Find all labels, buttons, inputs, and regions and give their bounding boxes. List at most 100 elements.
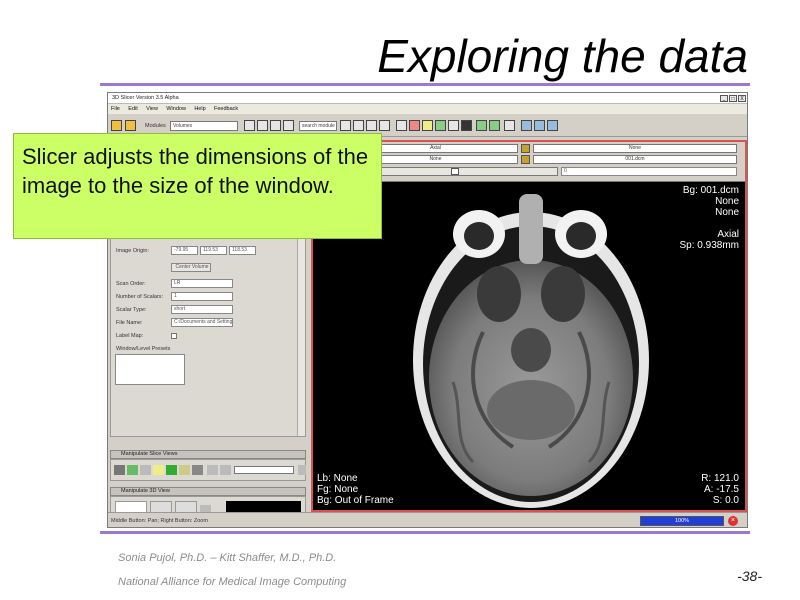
scan-order-label: Scan Order:: [116, 281, 146, 287]
save-scene-icon[interactable]: [125, 120, 136, 131]
overlay-bg-volume: Bg: 001.dcm: [682, 185, 739, 196]
scan-order-field[interactable]: LR: [171, 279, 233, 288]
compare-layout-icon[interactable]: [461, 120, 472, 131]
progress-bar: 100%: [640, 516, 724, 526]
maximize-button[interactable]: □: [729, 95, 737, 102]
window-level-presets-label: Window/Level Presets: [116, 346, 171, 352]
center-volume-button[interactable]: Center Volume: [171, 263, 211, 272]
slice-offset-slider[interactable]: [353, 167, 558, 176]
next-module-icon[interactable]: [257, 120, 268, 131]
slice-slider-handle[interactable]: [451, 168, 459, 175]
title-divider: [100, 83, 750, 86]
brain: [429, 260, 633, 496]
page-number: -38-: [737, 568, 762, 584]
menu-bar: File Edit View Window Help Feedback: [108, 104, 747, 114]
background-volume-select-2[interactable]: 001.dcm: [533, 155, 737, 164]
manipulate-3d-view-header[interactable]: Manipulate 3D View: [110, 487, 306, 496]
layout-red-icon[interactable]: [409, 120, 420, 131]
foreground-select[interactable]: None: [533, 144, 737, 153]
module-list-icon[interactable]: [270, 120, 281, 131]
yellow-slice-icon[interactable]: [153, 465, 164, 475]
layout-green-icon[interactable]: [435, 120, 446, 131]
fg-layer-icon[interactable]: [521, 155, 530, 164]
green-slice-icon[interactable]: [127, 465, 138, 475]
image-origin-z-field[interactable]: 118.53: [229, 246, 256, 255]
data-icon[interactable]: [366, 120, 377, 131]
menu-window[interactable]: Window: [166, 106, 186, 112]
stop-icon[interactable]: ×: [728, 516, 738, 526]
overlay-bottom-left: Lb: None Fg: None Bg: Out of Frame: [317, 473, 394, 506]
overlay-orientation: Axial: [717, 229, 739, 240]
menu-feedback[interactable]: Feedback: [214, 106, 238, 112]
place-fiducial-icon[interactable]: [521, 120, 532, 131]
progress-label: 100%: [674, 518, 690, 524]
status-text: Middle Button: Pan; Right Button: Zoom: [111, 518, 208, 524]
bg-layer-icon[interactable]: [521, 144, 530, 153]
menu-file[interactable]: File: [111, 106, 120, 112]
home-module-icon[interactable]: [283, 120, 294, 131]
brainstem: [511, 328, 551, 372]
nasal-structure: [519, 194, 543, 264]
slice-gray-icon[interactable]: [140, 465, 151, 475]
menu-help[interactable]: Help: [194, 106, 205, 112]
slide-title: Exploring the data: [377, 30, 748, 82]
overlay-top-right: Bg: 001.dcm None None Axial Sp: 0.938mm: [680, 185, 739, 251]
scalar-type-label: Scalar Type:: [116, 307, 147, 313]
overlay-bottom-right: R: 121.0 A: -17.5 S: 0.0: [701, 473, 739, 506]
slice-more-icon[interactable]: [298, 465, 306, 475]
redo-icon[interactable]: [489, 120, 500, 131]
overlay-fg: Fg: None: [317, 484, 359, 495]
slice-views-controls: [110, 459, 306, 481]
overlay-bg: Bg: Out of Frame: [317, 495, 394, 506]
right-temporal-lobe: [541, 266, 585, 322]
minimize-button[interactable]: _: [720, 95, 728, 102]
overlay-s-coord: S: 0.0: [712, 495, 739, 506]
num-scalars-field[interactable]: 1: [171, 292, 233, 301]
callout-box: Slicer adjusts the dimensions of the ima…: [13, 133, 382, 239]
overlay-spacing: Sp: 0.938mm: [679, 240, 739, 251]
overlay-fg-volume: None: [715, 196, 739, 207]
footer-organization: National Alliance for Medical Image Comp…: [118, 576, 347, 588]
window-level-presets-list[interactable]: [115, 354, 185, 385]
scalar-type-field[interactable]: short: [171, 305, 233, 314]
image-origin-y-field[interactable]: 119.53: [200, 246, 227, 255]
slice-fit-icon[interactable]: [220, 465, 231, 475]
label-map-checkbox[interactable]: [171, 333, 177, 339]
slice-tool-icon[interactable]: [114, 465, 125, 475]
rotate-icon[interactable]: [547, 120, 558, 131]
home-icon[interactable]: [353, 120, 364, 131]
slice-dark-icon[interactable]: [192, 465, 203, 475]
transform-view-icon[interactable]: [534, 120, 545, 131]
layout-yellow-icon[interactable]: [422, 120, 433, 131]
slice-link-icon[interactable]: [207, 465, 218, 475]
close-window-button[interactable]: X: [738, 95, 746, 102]
volumes-icon[interactable]: [379, 120, 390, 131]
search-icon[interactable]: [340, 120, 351, 131]
module-select[interactable]: Volumes: [170, 121, 238, 131]
num-scalars-label: Number of Scalars:: [116, 294, 164, 300]
file-name-field[interactable]: C:/Documents and Settings: [171, 318, 233, 327]
menu-view[interactable]: View: [146, 106, 158, 112]
image-origin-label: Image Origin:: [116, 248, 150, 254]
file-name-label: File Name:: [116, 320, 143, 326]
prev-module-icon[interactable]: [244, 120, 255, 131]
overlay-a-coord: A: -17.5: [703, 484, 739, 495]
layout-icon[interactable]: [396, 120, 407, 131]
manipulate-slice-views-header[interactable]: Manipulate Slice Views: [110, 450, 306, 459]
load-scene-icon[interactable]: [111, 120, 122, 131]
window-title: 3D Slicer Version 3.5 Alpha: [112, 95, 179, 101]
mouse-mode-icon[interactable]: [504, 120, 515, 131]
image-origin-x-field[interactable]: -79.95: [171, 246, 198, 255]
footer-authors: Sonia Pujol, Ph.D. – Kitt Shaffer, M.D.,…: [118, 552, 337, 564]
green-slice-2-icon[interactable]: [166, 465, 177, 475]
slice-offset-value[interactable]: 0: [561, 167, 737, 176]
right-eye-lens: [566, 222, 596, 250]
undo-icon[interactable]: [476, 120, 487, 131]
slice-opacity-slider[interactable]: [234, 466, 294, 474]
tabbed-layout-icon[interactable]: [448, 120, 459, 131]
label-map-label: Label Map:: [116, 333, 144, 339]
overlay-spacer: [680, 218, 739, 229]
slice-color-icon[interactable]: [179, 465, 190, 475]
module-search-input[interactable]: search module: [299, 121, 337, 131]
menu-edit[interactable]: Edit: [128, 106, 137, 112]
